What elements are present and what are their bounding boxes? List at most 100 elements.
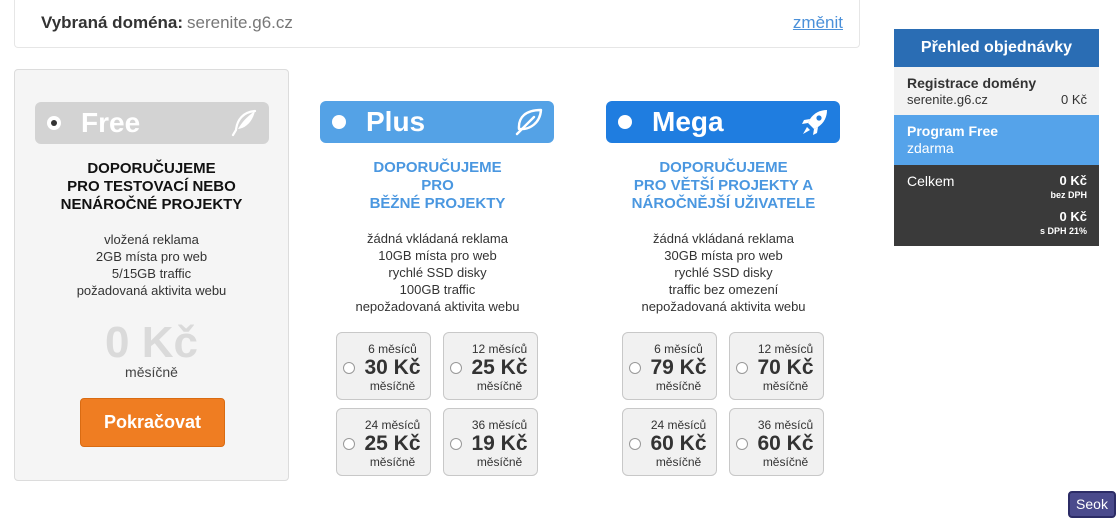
option-months: 6 měsíců bbox=[654, 342, 703, 356]
option-period: měsíčně bbox=[476, 379, 523, 393]
feature-item: 2GB místa pro web bbox=[95, 249, 208, 264]
option-period: měsíčně bbox=[762, 455, 809, 469]
summary-domain-registration: Registrace domény serenite.g6.cz 0 Kč bbox=[894, 67, 1099, 115]
free-period: měsíčně bbox=[125, 364, 178, 380]
mega-option-36-months[interactable]: 36 měsíců 60 Kč měsíčně bbox=[729, 408, 824, 476]
recommend-line: PRO VĚTŠÍ PROJEKTY A bbox=[633, 177, 814, 194]
leaf-icon bbox=[515, 108, 543, 136]
total-label: Celkem bbox=[907, 173, 955, 189]
plan-radio-free[interactable] bbox=[47, 116, 61, 130]
plan-radio-mega[interactable] bbox=[618, 115, 632, 129]
domain-value: serenite.g6.cz bbox=[187, 13, 293, 32]
option-radio[interactable] bbox=[629, 362, 641, 374]
mega-option-12-months[interactable]: 12 měsíců 70 Kč měsíčně bbox=[729, 332, 824, 400]
plan-card-free: Free DOPORUČUJEME PRO TESTOVACÍ NEBO NEN… bbox=[14, 69, 289, 481]
recommend-line: BĚŽNÉ PROJEKTY bbox=[369, 195, 506, 212]
plan-name-mega: Mega bbox=[652, 106, 724, 137]
option-months: 24 měsíců bbox=[650, 418, 707, 432]
option-period: měsíčně bbox=[476, 455, 523, 469]
program-value: zdarma bbox=[907, 140, 954, 156]
feature-item: žádná vkládaná reklama bbox=[653, 231, 794, 246]
plan-radio-plus[interactable] bbox=[332, 115, 346, 129]
domain-label: Vybraná doména: serenite.g6.cz bbox=[41, 13, 293, 33]
order-summary-title: Přehled objednávky bbox=[894, 29, 1099, 67]
plan-header-plus[interactable]: Plus bbox=[320, 101, 554, 143]
feature-item: 100GB traffic bbox=[399, 282, 476, 297]
summary-program: Program Free zdarma bbox=[894, 115, 1099, 165]
plan-card-mega: Mega DOPORUČUJEME PRO VĚTŠÍ PROJEKTY A N… bbox=[586, 69, 861, 481]
feature-item: traffic bez omezení bbox=[668, 282, 779, 297]
option-radio[interactable] bbox=[736, 362, 748, 374]
total-with-vat-label: s DPH 21% bbox=[1039, 226, 1087, 236]
plan-features-mega: žádná vkládaná reklama 30GB místa pro we… bbox=[586, 230, 861, 315]
mega-option-6-months[interactable]: 6 měsíců 79 Kč měsíčně bbox=[622, 332, 717, 400]
plan-name-plus: Plus bbox=[366, 106, 426, 137]
total-without-vat-label: bez DPH bbox=[1050, 190, 1087, 200]
option-radio[interactable] bbox=[629, 438, 641, 450]
domain-label-text: Vybraná doména: bbox=[41, 13, 184, 32]
option-price: 60 Kč bbox=[757, 432, 814, 455]
plan-recommendation-plus: DOPORUČUJEME PRO BĚŽNÉ PROJEKTY bbox=[300, 159, 575, 213]
feature-item: 30GB místa pro web bbox=[664, 248, 783, 263]
option-months: 6 měsíců bbox=[368, 342, 417, 356]
option-price: 70 Kč bbox=[757, 356, 814, 379]
selected-domain-bar: Vybraná doména: serenite.g6.cz změnit bbox=[14, 0, 860, 48]
seok-button[interactable]: Seok bbox=[1068, 491, 1116, 518]
option-months: 36 měsíců bbox=[757, 418, 814, 432]
option-radio[interactable] bbox=[343, 438, 355, 450]
option-price: 19 Kč bbox=[471, 432, 528, 455]
option-radio[interactable] bbox=[736, 438, 748, 450]
plan-features-plus: žádná vkládaná reklama 10GB místa pro we… bbox=[300, 230, 575, 315]
plus-option-12-months[interactable]: 12 měsíců 25 Kč měsíčně bbox=[443, 332, 538, 400]
recommend-line: PRO bbox=[421, 177, 454, 194]
option-price: 60 Kč bbox=[650, 432, 707, 455]
option-period: měsíčně bbox=[655, 455, 702, 469]
feather-icon bbox=[231, 109, 257, 137]
change-domain-link[interactable]: změnit bbox=[793, 13, 843, 33]
total-without-vat: 0 Kč bbox=[1059, 173, 1087, 188]
recommend-line: PRO TESTOVACÍ NEBO bbox=[67, 178, 236, 195]
option-months: 12 měsíců bbox=[471, 342, 528, 356]
plan-recommendation-mega: DOPORUČUJEME PRO VĚTŠÍ PROJEKTY A NÁROČN… bbox=[586, 159, 861, 213]
recommend-line: NENÁROČNÉ PROJEKTY bbox=[60, 196, 243, 213]
registration-domain: serenite.g6.cz bbox=[907, 92, 988, 107]
registration-title: Registrace domény bbox=[907, 75, 1037, 91]
recommend-line: DOPORUČUJEME bbox=[659, 159, 788, 176]
program-title: Program Free bbox=[907, 123, 999, 139]
option-radio[interactable] bbox=[450, 438, 462, 450]
option-radio[interactable] bbox=[450, 362, 462, 374]
option-period: měsíčně bbox=[369, 379, 416, 393]
free-price: 0 Kč bbox=[105, 318, 198, 367]
feature-item: 5/15GB traffic bbox=[111, 266, 192, 281]
order-summary: Přehled objednávky Registrace domény ser… bbox=[894, 29, 1099, 246]
option-period: měsíčně bbox=[762, 379, 809, 393]
plan-header-free[interactable]: Free bbox=[35, 102, 269, 144]
plan-card-plus: Plus DOPORUČUJEME PRO BĚŽNÉ PROJEKTY žád… bbox=[300, 69, 575, 481]
option-months: 24 měsíců bbox=[364, 418, 421, 432]
recommend-line: DOPORUČUJEME bbox=[87, 160, 216, 177]
feature-item: požadovaná aktivita webu bbox=[76, 283, 227, 298]
option-price: 79 Kč bbox=[650, 356, 707, 379]
feature-item: vložená reklama bbox=[104, 232, 199, 247]
feature-item: žádná vkládaná reklama bbox=[367, 231, 508, 246]
plan-header-mega[interactable]: Mega bbox=[606, 101, 840, 143]
option-price: 25 Kč bbox=[364, 432, 421, 455]
plus-option-36-months[interactable]: 36 měsíců 19 Kč měsíčně bbox=[443, 408, 538, 476]
option-price: 25 Kč bbox=[471, 356, 528, 379]
total-with-vat: 0 Kč bbox=[1059, 209, 1087, 224]
feature-item: rychlé SSD disky bbox=[674, 265, 773, 280]
plus-option-24-months[interactable]: 24 měsíců 25 Kč měsíčně bbox=[336, 408, 431, 476]
rocket-icon bbox=[802, 110, 827, 135]
recommend-line: NÁROČNĚJŠÍ UŽIVATELE bbox=[631, 195, 816, 212]
plan-features-free: vložená reklama 2GB místa pro web 5/15GB… bbox=[15, 231, 288, 299]
continue-button[interactable]: Pokračovat bbox=[80, 398, 225, 447]
option-months: 12 měsíců bbox=[757, 342, 814, 356]
option-price: 30 Kč bbox=[364, 356, 421, 379]
option-period: měsíčně bbox=[369, 455, 416, 469]
feature-item: nepožadovaná aktivita webu bbox=[355, 299, 520, 314]
mega-option-24-months[interactable]: 24 měsíců 60 Kč měsíčně bbox=[622, 408, 717, 476]
feature-item: nepožadovaná aktivita webu bbox=[641, 299, 806, 314]
option-months: 36 měsíců bbox=[471, 418, 528, 432]
option-radio[interactable] bbox=[343, 362, 355, 374]
plus-option-6-months[interactable]: 6 měsíců 30 Kč měsíčně bbox=[336, 332, 431, 400]
